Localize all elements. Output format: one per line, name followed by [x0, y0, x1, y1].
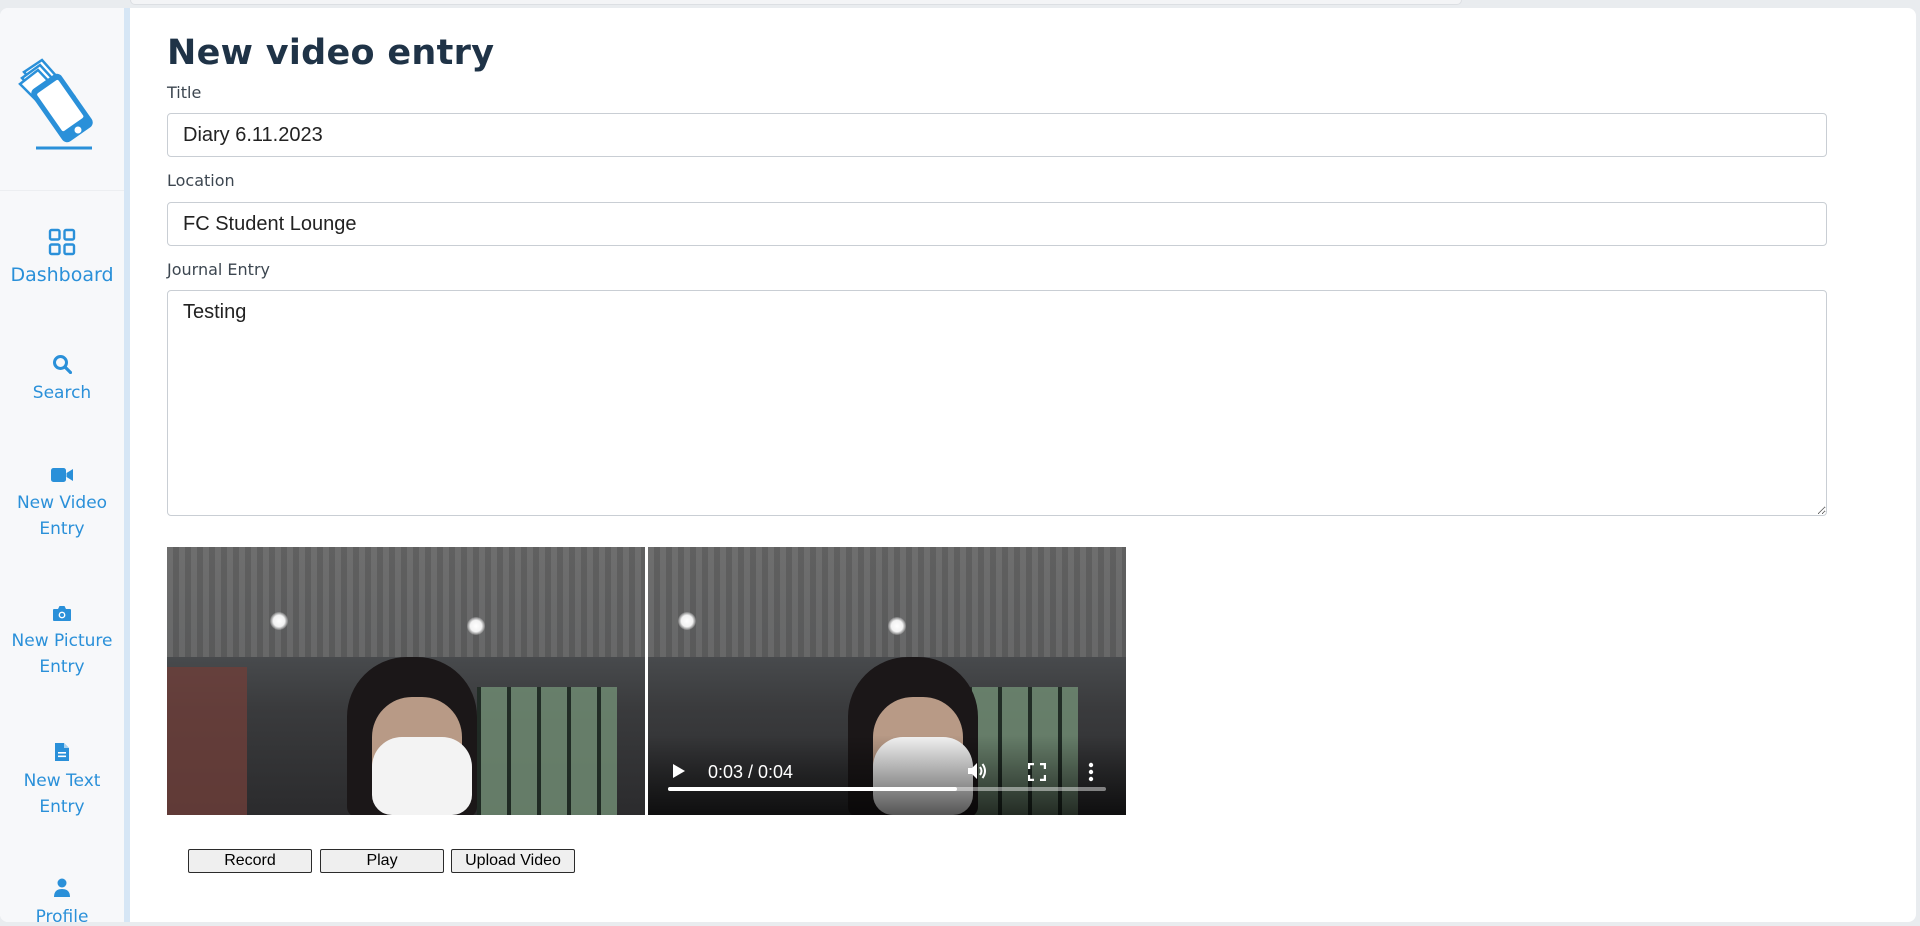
video-light [678, 612, 696, 630]
recorded-video-player[interactable]: 0:03 / 0:04 [648, 547, 1126, 815]
main-content: New video entry Title Location Journal E… [130, 8, 1916, 922]
sidebar-item-label: New Video Entry [16, 493, 108, 539]
video-time: 0:03 / 0:04 [708, 762, 794, 782]
location-input[interactable] [167, 202, 1827, 246]
preview-window [477, 687, 617, 815]
video-camera-icon [51, 468, 73, 482]
video-light [888, 617, 906, 635]
sidebar-item-label: Dashboard [10, 264, 114, 286]
video-ceiling [648, 547, 1126, 657]
camera-icon [53, 606, 71, 621]
sidebar-item-label: New Text Entry [23, 771, 101, 817]
record-button[interactable]: Record [188, 849, 312, 873]
journal-entry-label: Journal Entry [167, 260, 270, 279]
fullscreen-icon[interactable] [1028, 763, 1046, 781]
preview-mask [372, 737, 472, 815]
sidebar-item-label: Profile [35, 907, 89, 922]
logo-divider [0, 190, 124, 191]
preview-ceiling [167, 547, 645, 657]
volume-icon[interactable] [966, 761, 988, 781]
title-input[interactable] [167, 113, 1827, 157]
document-icon [55, 743, 69, 761]
search-icon [53, 355, 72, 374]
sidebar-item-search[interactable]: Search [0, 354, 124, 406]
sidebar-item-new-text-entry[interactable]: New Text Entry [0, 742, 124, 820]
play-icon[interactable] [672, 763, 686, 779]
app-window: Dashboard Search New Video Entry New Pic… [0, 8, 1916, 922]
page-title: New video entry [167, 33, 495, 73]
grid-icon [48, 228, 76, 256]
video-progress-bar[interactable] [668, 787, 1106, 791]
location-label: Location [167, 171, 235, 190]
title-label: Title [167, 83, 202, 102]
more-options-icon[interactable] [1088, 762, 1094, 782]
sidebar-item-label: Search [32, 383, 92, 403]
video-controls: 0:03 / 0:04 [648, 735, 1126, 815]
preview-wall [167, 667, 247, 815]
sidebar-item-dashboard[interactable]: Dashboard [0, 228, 124, 288]
browser-top-strip [130, 0, 1462, 5]
video-progress-fill [668, 787, 958, 791]
sidebar-item-new-picture-entry[interactable]: New Picture Entry [0, 604, 124, 680]
journal-entry-textarea[interactable] [167, 290, 1827, 516]
preview-light [270, 612, 288, 630]
sidebar: Dashboard Search New Video Entry New Pic… [0, 8, 130, 922]
app-logo [18, 58, 93, 150]
camera-preview [167, 547, 645, 815]
sidebar-item-profile[interactable]: Profile [0, 878, 124, 922]
upload-video-button[interactable]: Upload Video [451, 849, 575, 873]
user-icon [54, 878, 70, 897]
sidebar-item-label: New Picture Entry [11, 631, 113, 677]
play-button[interactable]: Play [320, 849, 444, 873]
preview-light [467, 617, 485, 635]
sidebar-item-new-video-entry[interactable]: New Video Entry [0, 466, 124, 542]
